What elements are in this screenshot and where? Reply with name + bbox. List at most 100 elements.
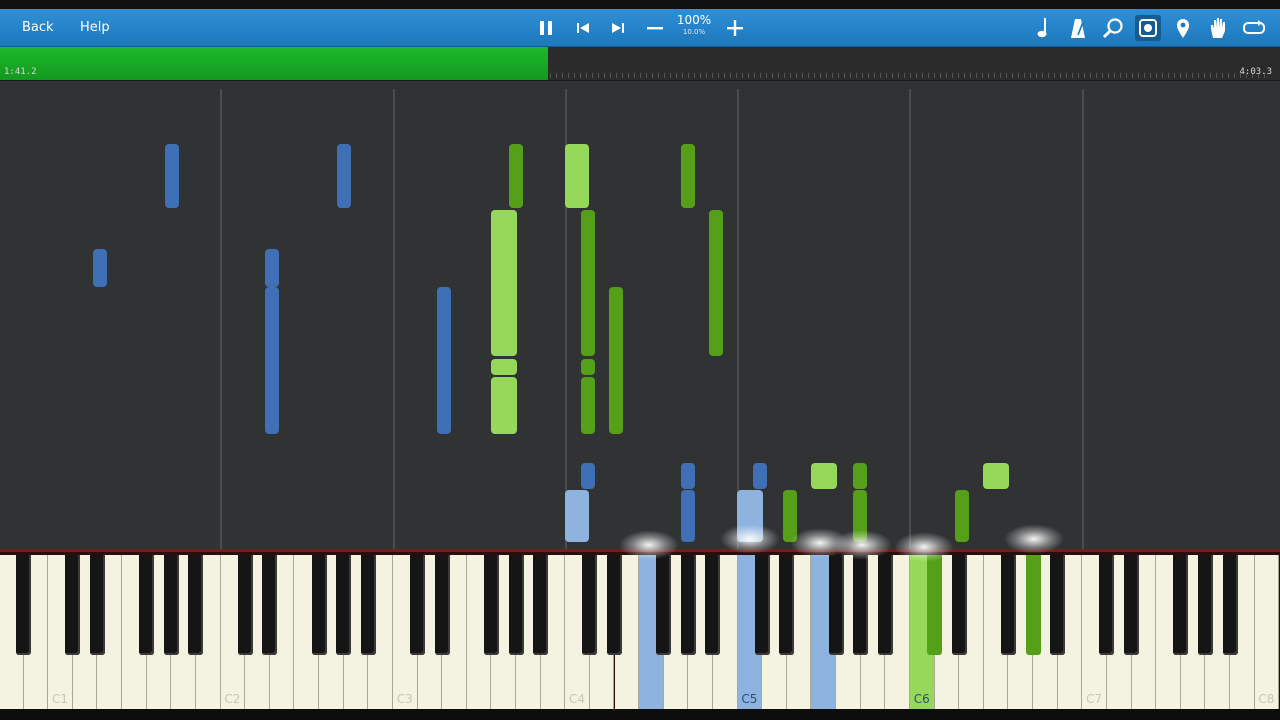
key-glow [832,530,892,560]
falling-note [581,359,595,375]
black-key[interactable] [311,555,327,655]
loop-icon[interactable] [1241,15,1267,41]
black-key[interactable] [16,555,32,655]
falling-note [811,463,837,489]
black-key[interactable] [262,555,278,655]
falling-note [437,287,451,434]
falling-note [165,144,179,208]
black-key[interactable] [1025,555,1041,655]
falling-note [93,249,107,287]
black-key[interactable] [360,555,376,655]
black-key[interactable] [1222,555,1238,655]
black-key[interactable] [951,555,967,655]
black-key[interactable] [336,555,352,655]
black-key[interactable] [65,555,81,655]
zoom-out-icon[interactable] [642,15,668,41]
black-key[interactable] [237,555,253,655]
falling-note [565,490,589,542]
hand-icon[interactable] [1205,15,1231,41]
black-key[interactable] [705,555,721,655]
black-key[interactable] [89,555,105,655]
black-key[interactable] [1099,555,1115,655]
falling-note [681,490,695,542]
falling-note [609,287,623,434]
black-key[interactable] [853,555,869,655]
falling-note [681,144,695,208]
total-time: 4:03.3 [1239,67,1272,77]
song-progress-bar[interactable]: 1:41.2 4:03.3 [0,47,1280,80]
falling-note [955,490,969,542]
elapsed-time: 1:41.2 [4,67,37,77]
black-key[interactable] [927,555,943,655]
help-button[interactable]: Help [80,20,110,35]
falling-note [709,210,723,356]
octave-label: C7 [1086,692,1103,706]
bar-line [1082,89,1084,549]
falling-note [491,377,517,434]
octave-label: C8 [1258,692,1275,706]
black-key[interactable] [656,555,672,655]
note-icon[interactable] [1030,15,1056,41]
zoom-percent: 100% [676,13,712,27]
back-button[interactable]: Back [22,20,54,35]
black-key[interactable] [434,555,450,655]
octave-label: C6 [913,692,930,706]
metronome-icon[interactable] [1065,15,1091,41]
bar-line [909,89,911,549]
skip-forward-icon[interactable] [605,15,631,41]
falling-note [491,210,517,356]
black-key[interactable] [828,555,844,655]
toolbar: Back Help 100% 10.0% [0,9,1280,47]
octave-label: C5 [741,692,758,706]
black-key[interactable] [508,555,524,655]
black-key[interactable] [1173,555,1189,655]
progress-ticks [550,73,1265,78]
bottom-border [0,709,1280,720]
piano-keyboard[interactable]: C1 C2 C3 C4 C5 C6 C7 C8 [0,549,1280,712]
octave-label: C4 [569,692,586,706]
black-key[interactable] [1124,555,1140,655]
key-glow [1004,524,1064,554]
black-key[interactable] [163,555,179,655]
black-key[interactable] [483,555,499,655]
black-key[interactable] [533,555,549,655]
falling-note [983,463,1009,489]
black-key[interactable] [607,555,622,655]
black-key[interactable] [410,555,426,655]
black-key[interactable] [1050,555,1066,655]
octave-label: C2 [224,692,241,706]
black-key[interactable] [779,555,795,655]
falling-note [581,210,595,356]
piano-roll [0,81,1280,549]
falling-note [265,249,279,287]
falling-note [565,144,589,208]
falling-note [337,144,351,208]
black-key[interactable] [1197,555,1213,655]
bar-line [737,89,739,549]
octave-label: C3 [396,692,413,706]
falling-note [681,463,695,489]
search-icon[interactable] [1100,15,1126,41]
marker-icon[interactable] [1170,15,1196,41]
black-key[interactable] [582,555,598,655]
top-border [0,0,1280,9]
key-glow [894,532,954,562]
falling-note [491,359,517,375]
falling-note [581,463,595,489]
zoom-in-icon[interactable] [722,15,748,41]
pause-icon[interactable] [533,15,559,41]
black-key[interactable] [139,555,155,655]
falling-note [265,287,279,434]
falling-note [753,463,767,489]
black-key[interactable] [877,555,893,655]
falling-note [509,144,523,208]
visualization-icon[interactable] [1135,15,1161,41]
bar-line [220,89,222,549]
white-key[interactable]: C8 [1254,555,1280,710]
black-key[interactable] [754,555,770,655]
black-key[interactable] [1000,555,1016,655]
black-key[interactable] [188,555,204,655]
zoom-level: 100% 10.0% [672,14,716,38]
skip-back-icon[interactable] [570,15,596,41]
black-key[interactable] [680,555,696,655]
